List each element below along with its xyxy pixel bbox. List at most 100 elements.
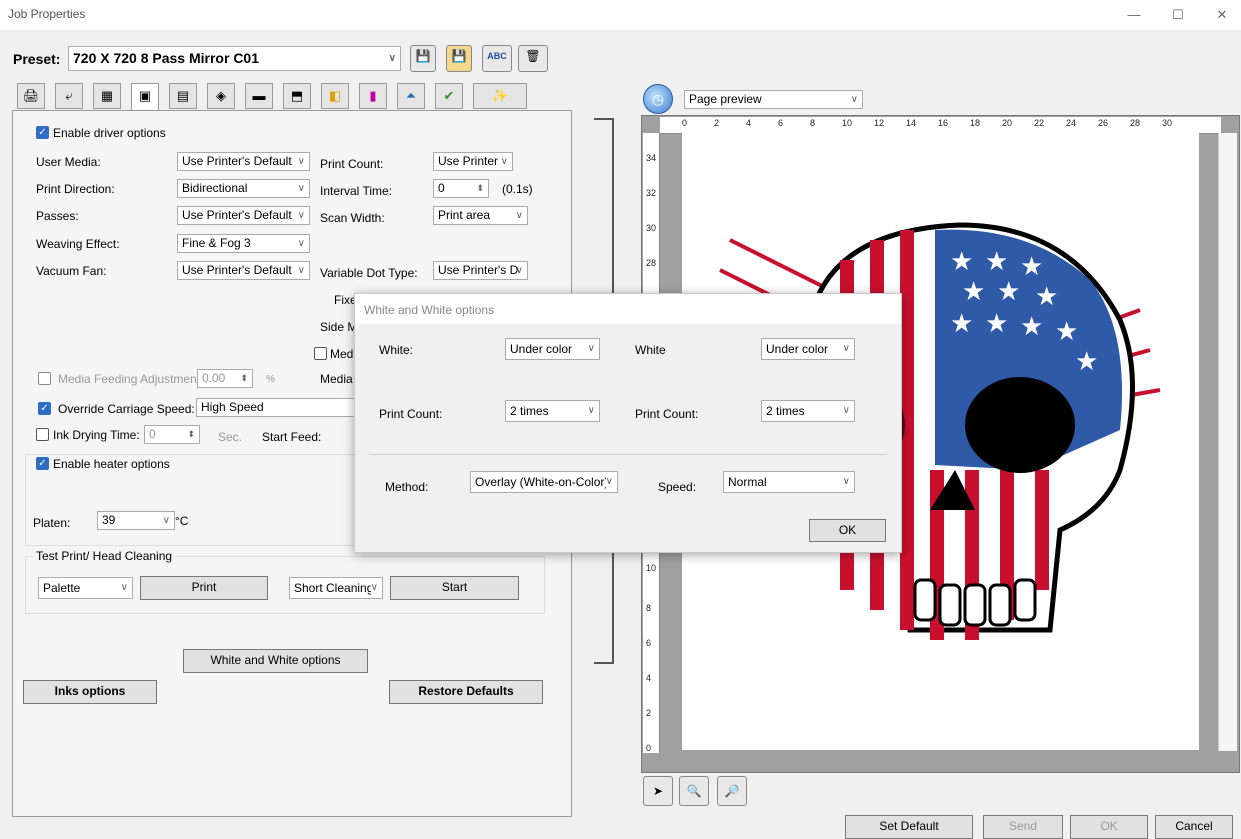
print-count-select[interactable]: 2 times ∨ <box>505 400 600 422</box>
white-label: White: <box>379 343 414 357</box>
chevron-down-icon: ∨ <box>370 578 378 598</box>
wizard-tab-icon[interactable]: ✨ <box>473 83 527 109</box>
chevron-down-icon: ∨ <box>297 183 305 194</box>
print-button[interactable]: Print <box>140 576 268 600</box>
layers-tab-icon[interactable]: ⬒ <box>283 83 311 109</box>
chevron-down-icon: ∨ <box>842 476 850 487</box>
media-feeding-value: 0.00 <box>202 371 226 385</box>
white-options-dialog: White and White options White: Under col… <box>354 293 902 553</box>
override-speed-label: Override Carriage Speed: <box>58 402 195 416</box>
ruler-tick: 34 <box>646 153 657 163</box>
dialog-ok-button[interactable]: OK <box>809 519 886 542</box>
variable-dot-select[interactable]: Use Printer's D ∨ <box>433 261 528 280</box>
ruler-tick: 4 <box>646 673 652 683</box>
cleaning-select[interactable]: Short Cleaning ∨ <box>289 577 383 599</box>
cancel-button[interactable]: Cancel <box>1155 815 1233 839</box>
ruler-tick: 22 <box>1034 118 1045 128</box>
override-speed-checkbox[interactable]: ✓ <box>38 402 51 415</box>
send-button[interactable]: Send <box>983 815 1063 839</box>
zoom-page-icon[interactable]: 🔎 <box>717 776 747 806</box>
chevron-down-icon: ∨ <box>500 156 508 167</box>
ink-drying-input[interactable]: 0 ⬍ <box>144 425 200 444</box>
zoom-icon[interactable]: 🔍 <box>679 776 709 806</box>
print-direction-select[interactable]: Bidirectional ∨ <box>177 179 310 198</box>
start-button[interactable]: Start <box>390 576 519 600</box>
spinner-icon[interactable]: ⬍ <box>476 180 484 197</box>
profile-tab-icon[interactable]: ⏶ <box>397 83 425 109</box>
marks-tab-icon[interactable]: ◈ <box>207 83 235 109</box>
palette-select[interactable]: Palette ∨ <box>38 577 133 599</box>
media-feeding-input[interactable]: 0.00 ⬍ <box>197 369 253 388</box>
override-speed-select[interactable]: High Speed <box>196 398 356 417</box>
close-button[interactable]: ✕ <box>1206 4 1238 26</box>
save-icon[interactable]: 💾 <box>410 45 436 72</box>
set-default-button[interactable]: Set Default <box>845 815 973 839</box>
pointer-icon[interactable]: ➤ <box>643 776 673 806</box>
scan-width-select[interactable]: Print area ∨ <box>433 206 528 225</box>
svg-text:★: ★ <box>985 309 1008 339</box>
user-media-select[interactable]: Use Printer's Default ∨ <box>177 152 310 171</box>
ok-button[interactable]: OK <box>1070 815 1148 839</box>
tiling-tab-icon[interactable]: ▤ <box>169 83 197 109</box>
svg-text:★: ★ <box>1020 312 1043 342</box>
enable-heater-checkbox[interactable]: ✓ <box>36 457 49 470</box>
media-feeding-checkbox[interactable] <box>38 372 51 385</box>
delete-icon[interactable]: 🗑 <box>518 45 548 72</box>
layout-tab-icon[interactable]: ⤶ <box>55 83 83 109</box>
passes-select[interactable]: Use Printer's Default ∨ <box>177 206 310 225</box>
interval-time-value: 0 <box>438 181 445 195</box>
spinner-icon[interactable]: ⬍ <box>240 370 248 387</box>
divider <box>369 454 887 455</box>
chevron-down-icon: ∨ <box>297 156 305 167</box>
print-count2-label: Print Count: <box>635 407 699 421</box>
ruler-tick: 6 <box>778 118 784 128</box>
rename-icon[interactable]: ABC <box>482 45 512 72</box>
ruler-tick: 30 <box>1162 118 1173 128</box>
spinner-icon[interactable]: ⬍ <box>187 426 195 443</box>
platen-select[interactable]: 39 ∨ <box>97 511 175 530</box>
speed-select[interactable]: Normal ∨ <box>723 471 855 493</box>
media-feeding-label: Media Feeding Adjustment: <box>58 372 204 386</box>
media-checkbox[interactable] <box>314 347 327 360</box>
svg-text:★: ★ <box>1035 282 1058 312</box>
clock-icon[interactable]: ◷ <box>643 84 673 114</box>
method-select[interactable]: Overlay (White-on-Color) ∨ <box>470 471 618 493</box>
correction-tab-icon[interactable]: ✔ <box>435 83 463 109</box>
preview-mode-select[interactable]: Page preview ∨ <box>684 90 863 109</box>
svg-text:★: ★ <box>950 309 973 339</box>
color-tab-icon[interactable]: ◧ <box>321 83 349 109</box>
method-value: Overlay (White-on-Color) <box>475 475 609 489</box>
chevron-down-icon: ∨ <box>515 265 523 276</box>
channels-tab-icon[interactable]: ▮ <box>359 83 387 109</box>
color-bar-tab-icon[interactable]: ▬ <box>245 83 273 109</box>
white2-label: White <box>635 343 666 357</box>
enable-driver-checkbox[interactable]: ✓ <box>36 126 49 139</box>
weaving-select[interactable]: Fine & Fog 3 ∨ <box>177 234 310 253</box>
maximize-button[interactable]: ☐ <box>1162 4 1194 26</box>
restore-defaults-button[interactable]: Restore Defaults <box>389 680 543 704</box>
method-label: Method: <box>385 480 429 494</box>
inks-options-button[interactable]: Inks options <box>23 680 157 704</box>
ink-drying-unit: Sec. <box>218 430 243 444</box>
interval-time-input[interactable]: 0 ⬍ <box>433 179 489 198</box>
preset-select[interactable]: 720 X 720 8 Pass Mirror C01 ∨ <box>68 46 401 71</box>
white-select[interactable]: Under color ∨ <box>505 338 600 360</box>
minimize-button[interactable]: — <box>1118 4 1150 26</box>
media-label: Media <box>320 372 353 386</box>
vacuum-fan-select[interactable]: Use Printer's Default ∨ <box>177 261 310 280</box>
weaving-label: Weaving Effect: <box>36 237 120 251</box>
test-print-label: Test Print/ Head Cleaning <box>33 549 176 563</box>
white2-select[interactable]: Under color ∨ <box>761 338 855 360</box>
ruler-tick: 32 <box>646 188 657 198</box>
print-count2-value: 2 times <box>766 404 805 418</box>
printer-tab-icon[interactable]: 🖨 <box>17 83 45 109</box>
ink-drying-checkbox[interactable] <box>36 428 49 441</box>
print-count2-select[interactable]: 2 times ∨ <box>761 400 855 422</box>
driver-tab-icon[interactable]: ▣ <box>131 83 159 111</box>
interval-unit: (0.1s) <box>502 182 533 196</box>
vertical-scrollbar[interactable] <box>1218 133 1237 751</box>
print-count-select[interactable]: Use Printer ∨ <box>433 152 513 171</box>
media-tab-icon[interactable]: ▦ <box>93 83 121 109</box>
save-as-icon[interactable]: 💾 <box>446 45 472 72</box>
white-options-button[interactable]: White and White options <box>183 649 368 673</box>
